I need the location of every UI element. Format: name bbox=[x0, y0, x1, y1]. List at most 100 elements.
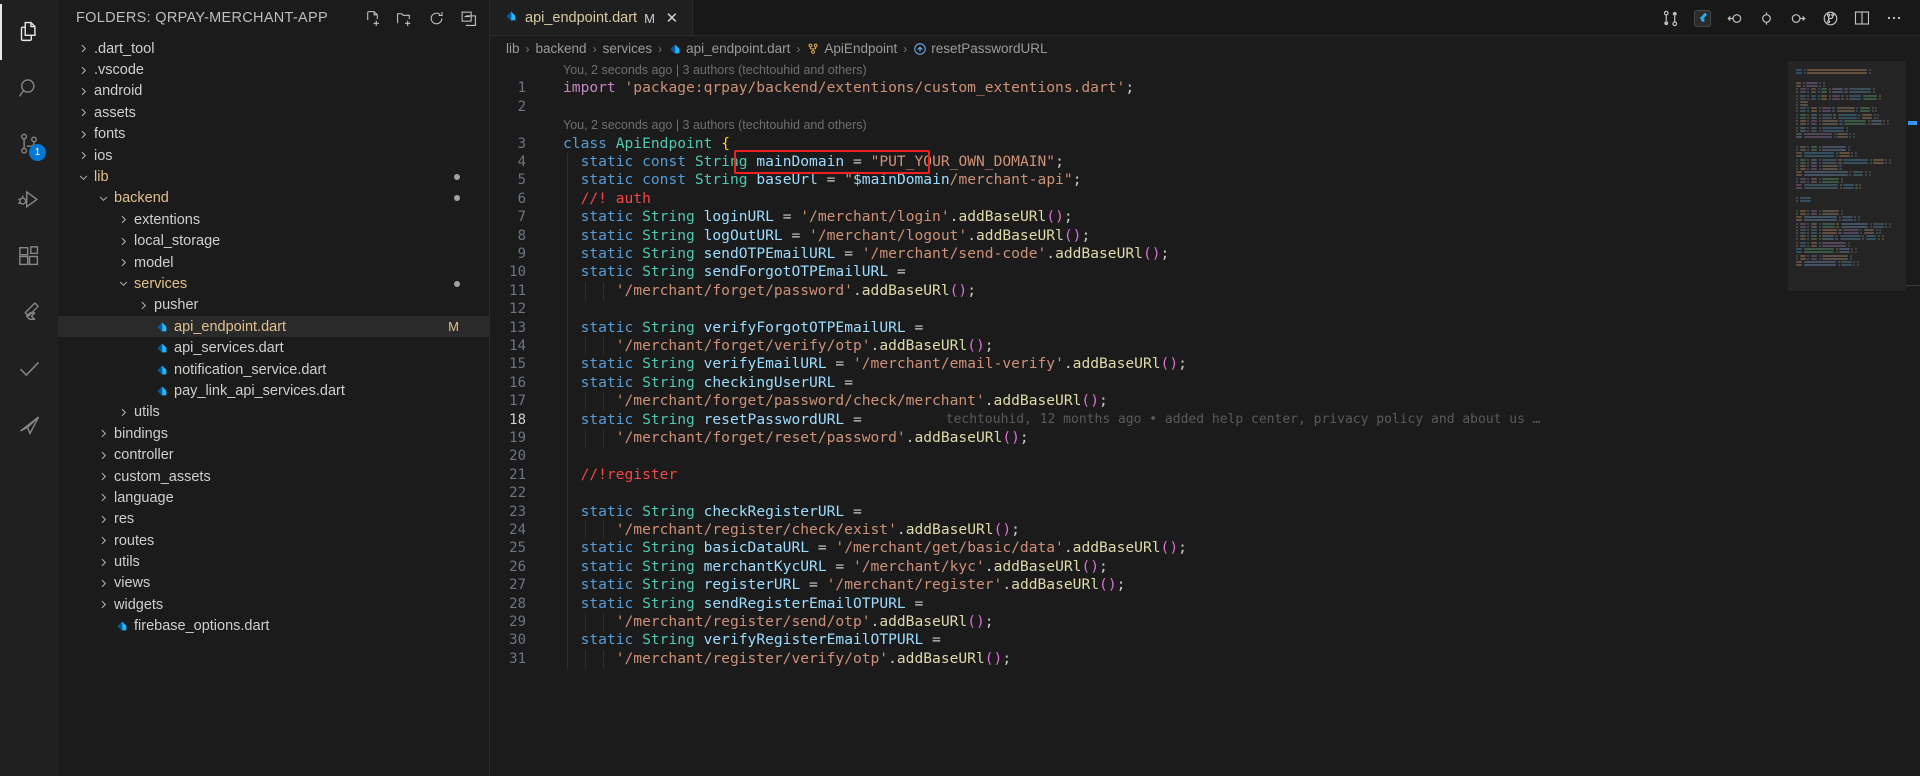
new-file-icon[interactable] bbox=[359, 5, 385, 31]
chevron-right-icon[interactable] bbox=[94, 557, 112, 568]
tree-file[interactable]: pay_link_api_services.dart bbox=[58, 380, 489, 401]
code-line[interactable]: 18 static String resetPasswordURL = techt… bbox=[490, 411, 1788, 429]
breadcrumb-item-backend[interactable]: backend bbox=[536, 41, 587, 56]
code-line[interactable]: 4 static const String mainDomain = "PUT_… bbox=[490, 153, 1788, 171]
code-line[interactable]: 8 static String logOutURL = '/merchant/l… bbox=[490, 227, 1788, 245]
flutter-devtools-icon[interactable] bbox=[1686, 0, 1718, 36]
chevron-down-icon[interactable] bbox=[94, 193, 112, 204]
chevron-down-icon[interactable] bbox=[114, 278, 132, 289]
tree-folder[interactable]: ios bbox=[58, 145, 489, 166]
chevron-right-icon[interactable] bbox=[94, 492, 112, 503]
breadcrumb-item-lib[interactable]: lib bbox=[506, 41, 520, 56]
code-line[interactable]: 15 static String verifyEmailURL = '/merc… bbox=[490, 355, 1788, 373]
activity-bar-item-search[interactable] bbox=[0, 60, 58, 116]
code-line[interactable]: 26 static String merchantKycURL = '/merc… bbox=[490, 558, 1788, 576]
code-line[interactable]: 21 //!register bbox=[490, 466, 1788, 484]
activity-bar-item-explorer[interactable] bbox=[0, 4, 58, 60]
close-icon[interactable]: ✕ bbox=[662, 9, 682, 27]
tree-folder[interactable]: bindings bbox=[58, 423, 489, 444]
code-line[interactable]: 11 '/merchant/forget/password'.addBaseUR… bbox=[490, 282, 1788, 300]
code-line[interactable]: 13 static String verifyForgotOTPEmailURL… bbox=[490, 319, 1788, 337]
chevron-right-icon[interactable] bbox=[74, 43, 92, 54]
tree-folder[interactable]: android bbox=[58, 81, 489, 102]
activity-bar-item-deploy[interactable] bbox=[0, 396, 58, 452]
tree-folder[interactable]: lib bbox=[58, 166, 489, 187]
code-line[interactable]: 29 '/merchant/register/send/otp'.addBase… bbox=[490, 613, 1788, 631]
breadcrumb-item-services[interactable]: services bbox=[603, 41, 653, 56]
minimap[interactable] bbox=[1788, 61, 1906, 776]
chevron-right-icon[interactable] bbox=[94, 471, 112, 482]
code-line[interactable]: 1 import 'package:qrpay/backend/extention… bbox=[490, 79, 1788, 97]
breadcrumb-item-api-endpoint-dart[interactable]: api_endpoint.dart bbox=[668, 41, 790, 56]
chevron-right-icon[interactable] bbox=[74, 129, 92, 140]
code-line[interactable]: 19 '/merchant/forget/reset/password'.add… bbox=[490, 429, 1788, 447]
chevron-right-icon[interactable] bbox=[94, 578, 112, 589]
code-line[interactable]: 17 '/merchant/forget/password/check/merc… bbox=[490, 392, 1788, 410]
chevron-right-icon[interactable] bbox=[94, 514, 112, 525]
tree-folder[interactable]: backend bbox=[58, 188, 489, 209]
chevron-down-icon[interactable] bbox=[74, 172, 92, 183]
code-line[interactable]: 23 static String checkRegisterURL = bbox=[490, 503, 1788, 521]
code-editor[interactable]: You, 2 seconds ago | 3 authors (techtouh… bbox=[490, 61, 1920, 776]
activity-bar-item-source-control[interactable]: 1 bbox=[0, 116, 58, 172]
tree-folder[interactable]: views bbox=[58, 573, 489, 594]
tree-file[interactable]: api_endpoint.dart M bbox=[58, 316, 489, 338]
record-icon[interactable] bbox=[1750, 0, 1782, 36]
refresh-icon[interactable] bbox=[423, 5, 449, 31]
code-line[interactable]: 6 //! auth bbox=[490, 190, 1788, 208]
split-editor-icon[interactable] bbox=[1846, 0, 1878, 36]
chevron-right-icon[interactable] bbox=[74, 150, 92, 161]
overview-ruler[interactable] bbox=[1906, 61, 1920, 776]
chevron-right-icon[interactable] bbox=[114, 257, 132, 268]
tree-folder[interactable]: extentions bbox=[58, 209, 489, 230]
chevron-right-icon[interactable] bbox=[114, 214, 132, 225]
tree-folder[interactable]: res bbox=[58, 509, 489, 530]
tree-file[interactable]: api_services.dart bbox=[58, 337, 489, 358]
chevron-right-icon[interactable] bbox=[74, 107, 92, 118]
tree-folder[interactable]: controller bbox=[58, 444, 489, 465]
chevron-right-icon[interactable] bbox=[134, 300, 152, 311]
code-line[interactable]: 25 static String basicDataURL = '/mercha… bbox=[490, 539, 1788, 557]
tree-folder[interactable]: pusher bbox=[58, 295, 489, 316]
chevron-right-icon[interactable] bbox=[94, 428, 112, 439]
code-line[interactable]: 28 static String sendRegisterEmailOTPURL… bbox=[490, 595, 1788, 613]
tree-folder[interactable]: custom_assets bbox=[58, 466, 489, 487]
breadcrumb-item-resetpasswordurl[interactable]: resetPasswordURL bbox=[913, 41, 1048, 56]
activity-bar-item-extensions[interactable] bbox=[0, 228, 58, 284]
step-back-icon[interactable] bbox=[1718, 0, 1750, 36]
tab-api-endpoint-dart[interactable]: api_endpoint.dart M ✕ bbox=[490, 0, 693, 36]
step-forward-icon[interactable] bbox=[1782, 0, 1814, 36]
tree-folder[interactable]: routes bbox=[58, 530, 489, 551]
code-line[interactable]: 2 bbox=[490, 98, 1788, 116]
code-line[interactable]: 3 class ApiEndpoint { bbox=[490, 135, 1788, 153]
tree-folder[interactable]: assets bbox=[58, 102, 489, 123]
code-line[interactable]: 20 bbox=[490, 447, 1788, 465]
tree-folder[interactable]: widgets bbox=[58, 594, 489, 615]
tree-file[interactable]: notification_service.dart bbox=[58, 359, 489, 380]
code-line[interactable]: 10 static String sendForgotOTPEmailURL = bbox=[490, 263, 1788, 281]
activity-bar-item-run-and-debug[interactable] bbox=[0, 172, 58, 228]
code-line[interactable]: 12 bbox=[490, 300, 1788, 318]
chevron-right-icon[interactable] bbox=[114, 236, 132, 247]
chevron-right-icon[interactable] bbox=[74, 65, 92, 76]
tree-folder[interactable]: fonts bbox=[58, 124, 489, 145]
debug-alt-icon[interactable] bbox=[1814, 0, 1846, 36]
code-line[interactable]: 9 static String sendOTPEmailURL = '/merc… bbox=[490, 245, 1788, 263]
tree-folder[interactable]: local_storage bbox=[58, 231, 489, 252]
tree-folder[interactable]: .dart_tool bbox=[58, 38, 489, 59]
chevron-right-icon[interactable] bbox=[94, 535, 112, 546]
activity-bar-item-flutter[interactable] bbox=[0, 284, 58, 340]
chevron-right-icon[interactable] bbox=[94, 599, 112, 610]
activity-bar-item-testing[interactable] bbox=[0, 340, 58, 396]
code-line[interactable]: 30 static String verifyRegisterEmailOTPU… bbox=[490, 631, 1788, 649]
tree-folder[interactable]: language bbox=[58, 487, 489, 508]
tree-folder[interactable]: utils bbox=[58, 402, 489, 423]
tree-folder[interactable]: utils bbox=[58, 551, 489, 572]
tree-folder[interactable]: model bbox=[58, 252, 489, 273]
code-content[interactable]: You, 2 seconds ago | 3 authors (techtouh… bbox=[490, 61, 1788, 776]
code-line[interactable]: 16 static String checkingUserURL = bbox=[490, 374, 1788, 392]
tree-folder[interactable]: services bbox=[58, 273, 489, 294]
code-line[interactable]: 14 '/merchant/forget/verify/otp'.addBase… bbox=[490, 337, 1788, 355]
tree-file[interactable]: firebase_options.dart bbox=[58, 616, 489, 637]
code-line[interactable]: 7 static String loginURL = '/merchant/lo… bbox=[490, 208, 1788, 226]
